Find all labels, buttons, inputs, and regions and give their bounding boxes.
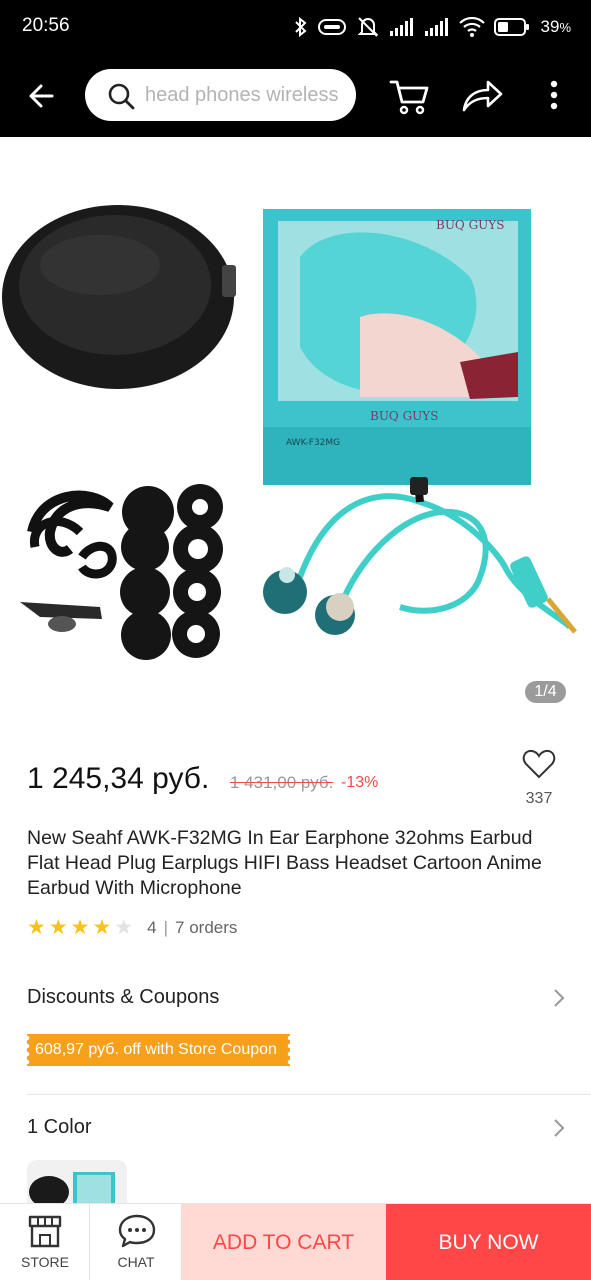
add-to-cart-button[interactable]: ADD TO CART [181, 1204, 386, 1280]
signal-icon [424, 18, 448, 36]
rating-row[interactable]: ★ ★ ★ ★ ★ 4 | 7 orders [27, 917, 237, 939]
store-button[interactable]: STORE [0, 1204, 90, 1280]
store-label: STORE [21, 1254, 69, 1270]
chat-button[interactable]: CHAT [91, 1204, 181, 1280]
discounts-row[interactable]: Discounts & Coupons [27, 982, 567, 1012]
orders-count: 7 orders [175, 918, 238, 937]
wishlist-button[interactable]: 337 [520, 748, 558, 808]
buy-now-button[interactable]: BUY NOW [386, 1204, 591, 1280]
star-empty-icon: ★ [114, 916, 134, 939]
top-header: head phones wireless [0, 54, 591, 137]
rating-value: 4 [147, 918, 157, 937]
chevron-right-icon [554, 1119, 565, 1137]
product-title: New Seahf AWK-F32MG In Ear Earphone 32oh… [27, 827, 542, 899]
wishlist-count: 337 [525, 790, 553, 807]
signal-icon [389, 18, 413, 36]
search-icon [108, 83, 135, 110]
price: 1 245,34 руб. [27, 762, 210, 795]
product-photo: BUQ GUYS BUQ GUYS AWK-F32MG [2, 205, 577, 660]
chat-icon [118, 1214, 156, 1248]
product-image[interactable]: BUQ GUYS BUQ GUYS AWK-F32MG 1/4 [0, 137, 591, 720]
star-filled-icon: ★ [92, 916, 112, 939]
discounts-label: Discounts & Coupons [27, 986, 220, 1008]
image-counter: 1/4 [525, 681, 566, 703]
wifi-icon [458, 17, 485, 37]
bluetooth-icon [294, 16, 307, 38]
box-model: AWK-F32MG [286, 438, 340, 448]
divider [27, 1094, 591, 1095]
status-bar: 20:56 39% [0, 0, 591, 54]
discount-badge: -13% [341, 774, 379, 791]
share-icon[interactable] [460, 74, 504, 118]
heart-icon [522, 749, 556, 779]
vpn-key-icon [317, 19, 346, 35]
search-query[interactable]: head phones wireless [145, 84, 338, 107]
search-bar[interactable]: head phones wireless [85, 69, 356, 121]
rating-separator: | [163, 918, 169, 937]
rating-stars: ★ ★ ★ ★ ★ [27, 917, 133, 939]
status-icons: 39% [294, 14, 571, 40]
star-filled-icon: ★ [27, 916, 46, 939]
cart-icon[interactable] [388, 74, 432, 118]
store-icon [28, 1215, 62, 1248]
more-vertical-icon[interactable] [532, 74, 576, 118]
box-brand-top: BUQ GUYS [436, 218, 504, 232]
color-label: 1 Color [27, 1116, 92, 1138]
chat-label: CHAT [117, 1254, 155, 1270]
status-time: 20:56 [22, 15, 70, 36]
back-arrow-icon[interactable] [22, 76, 62, 116]
star-filled-icon: ★ [70, 916, 90, 939]
battery-percent: 39% [540, 17, 571, 36]
mute-icon [357, 17, 378, 37]
bottom-action-bar: STORE CHAT ADD TO CART BUY NOW [0, 1203, 591, 1280]
star-filled-icon: ★ [48, 916, 68, 939]
battery-icon [493, 18, 529, 36]
box-brand-bottom: BUQ GUYS [370, 409, 438, 423]
chevron-right-icon [554, 989, 565, 1007]
color-row[interactable]: 1 Color [27, 1112, 567, 1142]
original-price: 1 431,00 руб. [230, 773, 334, 792]
store-coupon[interactable]: 608,97 руб. off with Store Coupon [27, 1034, 290, 1066]
